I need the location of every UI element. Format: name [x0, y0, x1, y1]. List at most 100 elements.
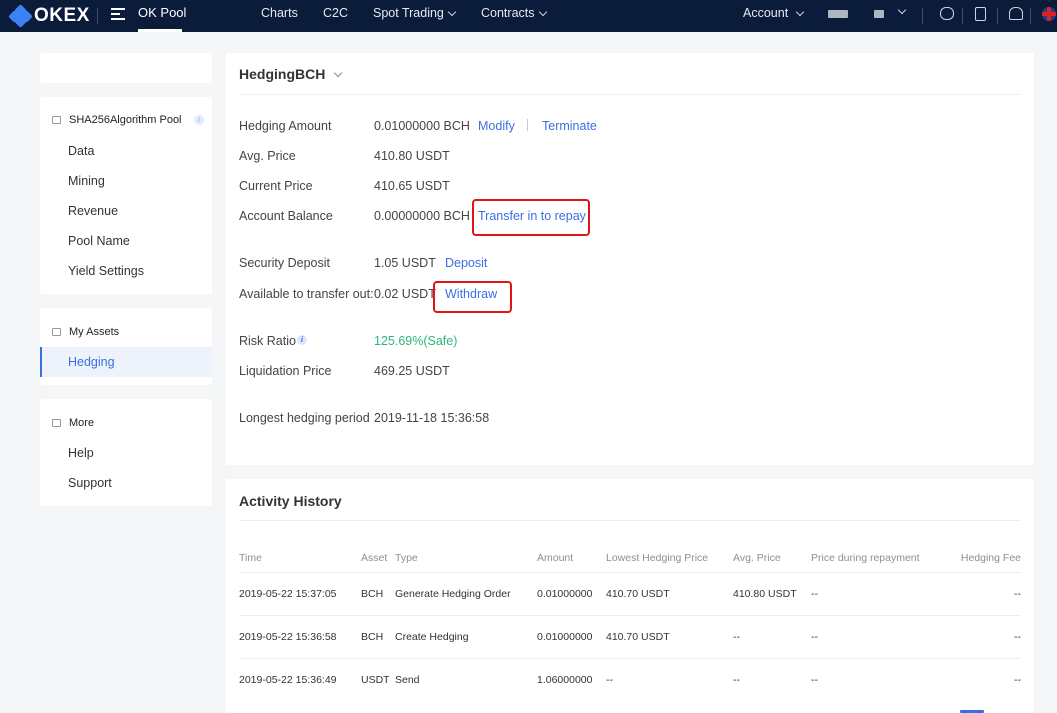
- title-divider: [239, 94, 1021, 95]
- liquidation-price-value: 469.25 USDT: [374, 364, 450, 378]
- nav-contracts[interactable]: Contracts: [481, 6, 547, 20]
- sidebar-item-pool-name[interactable]: Pool Name: [68, 234, 130, 248]
- cell-amount: 1.06000000: [537, 674, 593, 686]
- wallet-icon: [52, 328, 61, 336]
- row-divider: [239, 572, 1021, 573]
- current-price-value: 410.65 USDT: [374, 179, 450, 193]
- info-icon[interactable]: i: [194, 115, 204, 125]
- sidebar-item-support[interactable]: Support: [68, 476, 112, 490]
- modify-link[interactable]: Modify: [478, 119, 515, 133]
- title-divider: [239, 520, 1021, 521]
- nav-spot-trading[interactable]: Spot Trading: [373, 6, 457, 20]
- activity-history-title: Activity History: [239, 493, 342, 509]
- sidebar-more-card: [40, 399, 212, 506]
- column-header-avg-price: Avg. Price: [733, 552, 781, 564]
- chevron-down-icon: [538, 7, 547, 16]
- cell-price-during-repayment: --: [811, 631, 818, 643]
- longest-period-value: 2019-11-18 15:36:58: [374, 411, 490, 425]
- nav-c2c[interactable]: C2C: [323, 6, 348, 20]
- more-icon: [52, 419, 61, 427]
- row-divider: [239, 658, 1021, 659]
- sidebar-section-my-assets: My Assets: [52, 326, 119, 338]
- cell-asset: BCH: [361, 631, 384, 643]
- cell-lowest-hedging-price: 410.70 USDT: [606, 588, 670, 600]
- security-deposit-value: 1.05 USDT: [374, 256, 436, 270]
- sidebar-active-indicator: [40, 347, 212, 377]
- pool-icon: [52, 116, 61, 124]
- available-transfer-out-label: Available to transfer out:: [239, 287, 374, 301]
- cell-avg-price: --: [733, 674, 740, 686]
- nav-ok-pool[interactable]: OK Pool: [138, 5, 186, 20]
- cell-lowest-hedging-price: --: [606, 674, 613, 686]
- chevron-down-icon: [897, 5, 907, 15]
- column-header-asset: Asset: [361, 552, 388, 564]
- cell-avg-price: --: [733, 631, 740, 643]
- account-balance-value: 0.00000000 BCH: [374, 209, 470, 223]
- current-price-label: Current Price: [239, 179, 313, 193]
- chevron-down-icon: [795, 7, 805, 16]
- sidebar-item-revenue[interactable]: Revenue: [68, 204, 118, 218]
- logo-text: OKEX: [34, 5, 90, 26]
- cell-amount: 0.01000000: [537, 588, 593, 600]
- avg-price-value: 410.80 USDT: [374, 149, 450, 163]
- liquidation-price-label: Liquidation Price: [239, 364, 332, 378]
- cell-asset: BCH: [361, 588, 384, 600]
- okex-logo[interactable]: OKEX: [8, 4, 90, 28]
- avg-price-label: Avg. Price: [239, 149, 296, 163]
- link-separator: [527, 119, 528, 131]
- cell-time: 2019-05-22 15:37:05: [239, 588, 337, 600]
- column-header-lowest-hedging-price: Lowest Hedging Price: [606, 552, 709, 564]
- cell-time: 2019-05-22 15:36:58: [239, 631, 337, 643]
- hedging-title-dropdown[interactable]: HedgingBCH: [239, 66, 343, 82]
- hedging-card: [226, 53, 1034, 465]
- cell-hedging-fee: --: [1014, 588, 1021, 600]
- language-flag-icon[interactable]: [1042, 7, 1056, 21]
- deposit-link[interactable]: Deposit: [445, 256, 487, 270]
- menu-icon[interactable]: [111, 8, 125, 22]
- sidebar-item-yield-settings[interactable]: Yield Settings: [68, 264, 144, 278]
- chat-icon[interactable]: [940, 7, 954, 20]
- nav-charts[interactable]: Charts: [261, 6, 298, 20]
- nav-account[interactable]: Account: [743, 6, 805, 20]
- sidebar-item-hedging[interactable]: Hedging: [68, 355, 115, 369]
- cell-time: 2019-05-22 15:36:49: [239, 674, 337, 686]
- available-transfer-out-value: 0.02 USDT: [374, 287, 436, 301]
- chevron-down-icon: [334, 68, 343, 77]
- cell-type: Generate Hedging Order: [395, 588, 511, 600]
- masked-user-info: [828, 10, 848, 18]
- hedging-amount-value: 0.01000000 BCH: [374, 119, 470, 133]
- masked-asset-icon[interactable]: [874, 10, 884, 18]
- cell-avg-price: 410.80 USDT: [733, 588, 797, 600]
- security-deposit-label: Security Deposit: [239, 256, 331, 270]
- withdraw-link[interactable]: Withdraw: [445, 287, 497, 301]
- nav-divider: [962, 8, 963, 24]
- cell-price-during-repayment: --: [811, 588, 818, 600]
- cell-lowest-hedging-price: 410.70 USDT: [606, 631, 670, 643]
- sidebar-section-pool: SHA256Algorithm Pool: [52, 114, 182, 126]
- info-icon[interactable]: i: [297, 335, 307, 345]
- top-nav-bar: OKEX OK Pool Charts C2C Spot Trading Con…: [0, 0, 1057, 32]
- cell-type: Create Hedging: [395, 631, 469, 643]
- okex-logo-icon: [8, 4, 33, 28]
- sidebar-item-mining[interactable]: Mining: [68, 174, 105, 188]
- column-header-hedging-fee: Hedging Fee: [960, 552, 1021, 564]
- bell-icon[interactable]: [1009, 7, 1023, 20]
- sidebar-section-more: More: [52, 417, 94, 429]
- column-header-type: Type: [395, 552, 418, 564]
- column-header-price-during-repayment: Price during repayment: [811, 552, 920, 564]
- download-app-icon[interactable]: [975, 7, 986, 21]
- cell-price-during-repayment: --: [811, 674, 818, 686]
- transfer-in-to-repay-link[interactable]: Transfer in to repay: [478, 209, 586, 223]
- column-header-amount: Amount: [537, 552, 574, 564]
- cell-hedging-fee: --: [1014, 631, 1021, 643]
- terminate-link[interactable]: Terminate: [542, 119, 597, 133]
- sidebar-item-help[interactable]: Help: [68, 446, 94, 460]
- row-divider: [239, 615, 1021, 616]
- sidebar-blank-card: [40, 53, 212, 83]
- nav-divider: [1030, 8, 1031, 24]
- column-header-time: Time: [239, 552, 262, 564]
- cell-type: Send: [395, 674, 420, 686]
- nav-divider: [997, 8, 998, 24]
- cell-asset: USDT: [361, 674, 390, 686]
- sidebar-item-data[interactable]: Data: [68, 144, 94, 158]
